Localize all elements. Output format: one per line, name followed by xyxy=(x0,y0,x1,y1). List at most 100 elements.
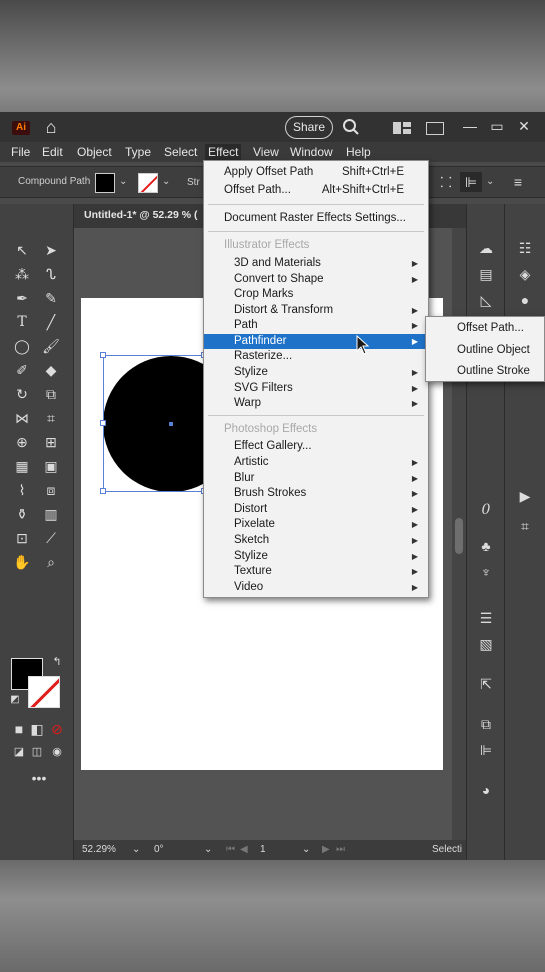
lasso-tool-icon[interactable]: ᔐ xyxy=(40,264,62,284)
stroke-box[interactable] xyxy=(28,676,60,708)
menu-item-blur[interactable]: Blur ▶ xyxy=(204,471,428,486)
menu-item-3d-materials[interactable]: 3D and Materials ▶ xyxy=(204,256,428,271)
export-panel-icon[interactable]: ⇱ xyxy=(475,674,497,694)
color-guide-panel-icon[interactable]: ◕ xyxy=(475,780,497,800)
align-panel-icon[interactable]: ⊫ xyxy=(475,740,497,760)
pathfinder-panel-icon[interactable]: ⧉ xyxy=(475,714,497,734)
document-tab[interactable]: Untitled-1* @ 52.29 % ( xyxy=(84,209,198,221)
symbol-sprayer-tool-icon[interactable]: ⚱ xyxy=(11,504,33,524)
share-button[interactable]: Share xyxy=(285,116,333,139)
default-colors-icon[interactable]: ◩ xyxy=(4,690,26,710)
selection-tool-icon[interactable]: ↖ xyxy=(11,240,33,260)
properties-panel-icon[interactable]: ☷ xyxy=(514,238,536,258)
submenu-item-outline-object[interactable]: Outline Object xyxy=(457,344,530,356)
zoom-chevron-icon[interactable]: ⌄ xyxy=(132,843,140,857)
glyphs-panel-icon[interactable]: 0 xyxy=(475,500,497,520)
maximize-button[interactable]: ▭ xyxy=(486,115,508,137)
next-artboard-icon[interactable]: ▶ xyxy=(322,843,330,857)
stroke-panel-icon[interactable]: ☰ xyxy=(475,608,497,628)
actions-panel-icon[interactable]: ▶ xyxy=(514,486,536,506)
blend-tool-icon[interactable]: ⧈ xyxy=(40,480,62,500)
zoom-tool-icon[interactable]: ⌕ xyxy=(40,552,62,572)
gradient-tool-icon[interactable]: ▣ xyxy=(40,456,62,476)
edit-toolbar-icon[interactable]: ••• xyxy=(28,768,50,788)
direct-selection-tool-icon[interactable]: ➤ xyxy=(40,240,62,260)
zoom-field[interactable]: 52.29% xyxy=(82,843,116,857)
menu-item-svg-filters[interactable]: SVG Filters ▶ xyxy=(204,381,428,396)
ellipse-tool-icon[interactable]: ◯ xyxy=(11,336,33,356)
stroke-label[interactable]: Str xyxy=(187,177,200,188)
last-artboard-icon[interactable]: ⏭ xyxy=(336,843,345,857)
3d-materials-panel-icon[interactable]: ☁ xyxy=(475,238,497,258)
transform-icon[interactable]: ⸬ xyxy=(435,172,457,192)
appearance-panel-icon[interactable]: ● xyxy=(514,290,536,310)
gradient-mode-icon[interactable]: ◧ xyxy=(26,719,48,739)
artboard-number-field[interactable]: 1 xyxy=(260,843,266,857)
live-paint-tool-icon[interactable]: ⊞ xyxy=(40,432,62,452)
curvature-tool-icon[interactable]: ✎ xyxy=(40,288,62,308)
graphic-styles-panel-icon[interactable]: ◺ xyxy=(475,290,497,310)
rotation-field[interactable]: 0° xyxy=(154,843,164,857)
menu-item-rasterize[interactable]: Rasterize... xyxy=(204,349,428,364)
home-icon[interactable]: ⌂ xyxy=(40,117,62,137)
menu-item-raster-settings[interactable]: Document Raster Effects Settings... xyxy=(204,211,428,226)
type-tool-icon[interactable]: T xyxy=(11,312,33,332)
artboard-tool-icon[interactable]: ⊡ xyxy=(11,528,33,548)
menu-item-pixelate[interactable]: Pixelate ▶ xyxy=(204,517,428,532)
gradient-panel-icon[interactable]: ▧ xyxy=(475,634,497,654)
control-menu-icon[interactable]: ≡ xyxy=(507,172,529,192)
menu-effect[interactable]: Effect xyxy=(205,144,242,161)
menu-item-warp[interactable]: Warp ▶ xyxy=(204,396,428,411)
menu-item-stylize-photoshop[interactable]: Stylize ▶ xyxy=(204,549,428,564)
resize-handle[interactable] xyxy=(100,420,106,426)
brushes-panel-icon[interactable]: ♆ xyxy=(475,562,497,582)
menu-help[interactable]: Help xyxy=(343,144,374,161)
symbols-panel-icon[interactable]: ♣ xyxy=(475,536,497,556)
line-tool-icon[interactable]: ╱ xyxy=(40,312,62,332)
submenu-item-offset-path[interactable]: Offset Path... xyxy=(457,322,524,334)
align-chevron-icon[interactable]: ⌄ xyxy=(486,176,494,187)
image-trace-panel-icon[interactable]: ▤ xyxy=(475,264,497,284)
menu-item-path[interactable]: Path ▶ xyxy=(204,318,428,333)
previous-artboard-icon[interactable]: ◀ xyxy=(240,843,248,857)
menu-file[interactable]: File xyxy=(8,144,33,161)
menu-window[interactable]: Window xyxy=(287,144,336,161)
mesh-tool-icon[interactable]: ▦ xyxy=(11,456,33,476)
menu-object[interactable]: Object xyxy=(74,144,115,161)
menu-item-crop-marks[interactable]: Crop Marks xyxy=(204,287,428,302)
shaper-tool-icon[interactable]: ✐ xyxy=(11,360,33,380)
menu-item-apply-offset-path[interactable]: Apply Offset Path Shift+Ctrl+E xyxy=(204,165,428,180)
minimize-button[interactable]: — xyxy=(459,115,481,137)
first-artboard-icon[interactable]: ⏮ xyxy=(226,843,235,857)
width-tool-icon[interactable]: ⋈ xyxy=(11,408,33,428)
slice-tool-icon[interactable]: ⟋ xyxy=(40,528,62,548)
menu-item-convert-to-shape[interactable]: Convert to Shape ▶ xyxy=(204,272,428,287)
rotate-tool-icon[interactable]: ↻ xyxy=(11,384,33,404)
menu-item-pathfinder[interactable]: Pathfinder ▶ xyxy=(204,334,428,349)
none-mode-icon[interactable]: ⊘ xyxy=(46,719,68,739)
stroke-color-swatch[interactable] xyxy=(138,173,158,193)
scale-tool-icon[interactable]: ⧉ xyxy=(40,384,62,404)
menu-item-sketch[interactable]: Sketch ▶ xyxy=(204,533,428,548)
rotation-chevron-icon[interactable]: ⌄ xyxy=(204,843,212,857)
close-button[interactable]: ✕ xyxy=(513,115,535,137)
resize-handle[interactable] xyxy=(100,488,106,494)
submenu-item-outline-stroke[interactable]: Outline Stroke xyxy=(457,365,530,377)
graph-tool-icon[interactable]: ▥ xyxy=(40,504,62,524)
menu-item-distort-transform[interactable]: Distort & Transform ▶ xyxy=(204,303,428,318)
pen-tool-icon[interactable]: ✒ xyxy=(11,288,33,308)
artboards-panel-icon[interactable]: ⌗ xyxy=(514,516,536,536)
swap-fill-stroke-icon[interactable]: ↰ xyxy=(46,652,68,672)
menu-type[interactable]: Type xyxy=(122,144,154,161)
align-icon[interactable]: ⊫ xyxy=(460,172,482,192)
shape-builder-tool-icon[interactable]: ⊕ xyxy=(11,432,33,452)
menu-view[interactable]: View xyxy=(250,144,282,161)
arrange-documents-icon[interactable] xyxy=(393,122,411,134)
search-icon[interactable] xyxy=(342,118,360,136)
fill-color-swatch[interactable] xyxy=(95,173,115,193)
menu-item-brush-strokes[interactable]: Brush Strokes ▶ xyxy=(204,486,428,501)
artboard-chevron-icon[interactable]: ⌄ xyxy=(302,843,310,857)
free-transform-tool-icon[interactable]: ⌗ xyxy=(40,408,62,428)
menu-item-effect-gallery[interactable]: Effect Gallery... xyxy=(204,439,428,454)
eraser-tool-icon[interactable]: ◆ xyxy=(40,360,62,380)
